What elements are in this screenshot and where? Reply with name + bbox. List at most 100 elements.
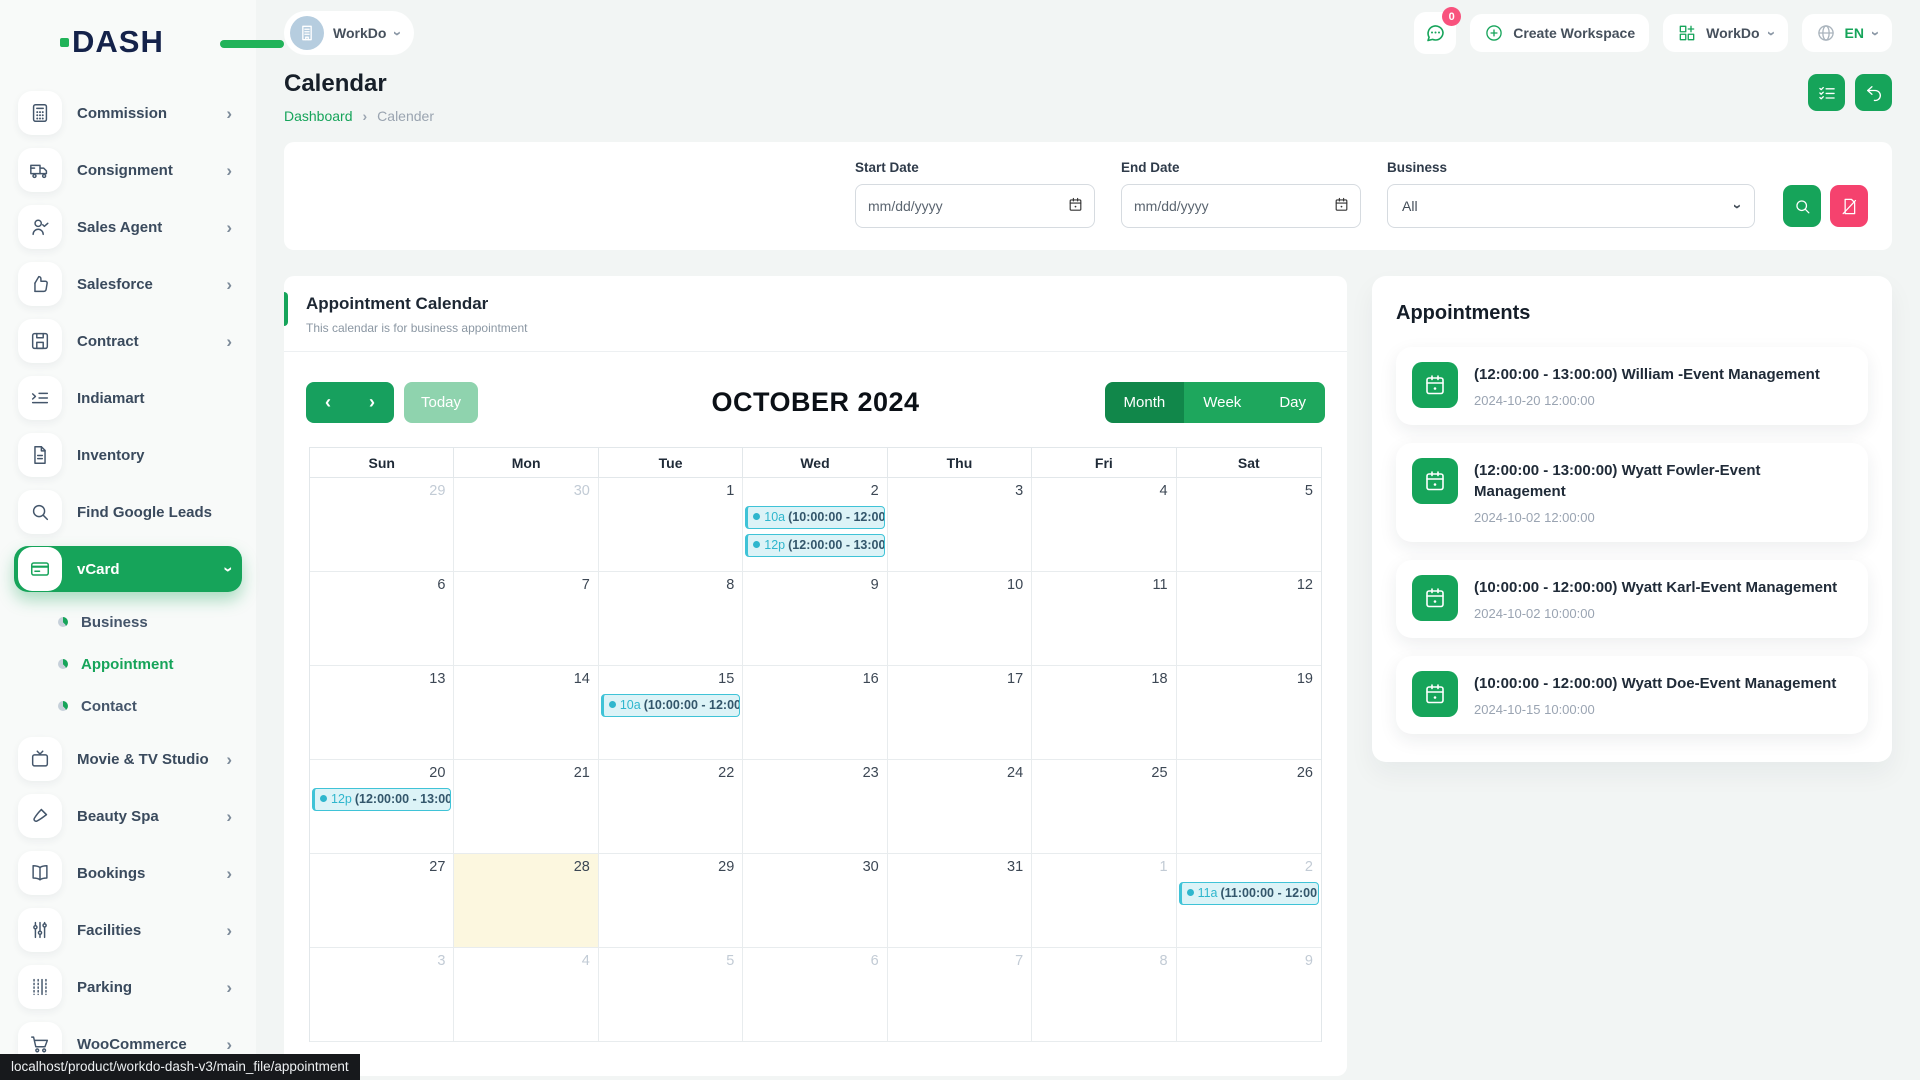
calendar-day-cell[interactable]: 3 xyxy=(888,478,1032,572)
breadcrumb-dashboard-link[interactable]: Dashboard xyxy=(284,108,353,124)
calendar-day-cell[interactable]: 1 xyxy=(599,478,743,572)
create-workspace-button[interactable]: Create Workspace xyxy=(1470,14,1649,52)
calendar-event[interactable]: 12p(12:00:00 - 13:00:00) xyxy=(312,788,451,811)
chevron-right-icon: › xyxy=(226,105,232,122)
calendar-day-cell[interactable]: 5 xyxy=(1177,478,1321,572)
calendar-day-cell[interactable]: 11 xyxy=(1032,572,1176,666)
workspace-switcher[interactable]: WorkDo › xyxy=(284,11,414,55)
calendar-day-cell[interactable]: 13 xyxy=(310,666,454,760)
calendar-day-cell[interactable]: 211a(11:00:00 - 12:00:00) xyxy=(1177,854,1321,948)
sidebar-item-commission[interactable]: Commission› xyxy=(14,90,242,136)
start-date-input[interactable] xyxy=(855,184,1095,228)
sidebar-item-parking[interactable]: Parking› xyxy=(14,964,242,1010)
calendar-day-cell[interactable]: 2012p(12:00:00 - 13:00:00) xyxy=(310,760,454,854)
calendar-week-row: 2012p(12:00:00 - 13:00:00)212223242526 xyxy=(310,760,1321,854)
calendar-day-cell[interactable]: 30 xyxy=(743,854,887,948)
sidebar-item-contract[interactable]: Contract› xyxy=(14,318,242,364)
end-date-input[interactable] xyxy=(1121,184,1361,228)
calendar-week-row: 678 9 101112 xyxy=(310,572,1321,666)
sidebar-item-salesforce[interactable]: Salesforce› xyxy=(14,261,242,307)
view-month-button[interactable]: Month xyxy=(1105,382,1185,423)
calendar-day-cell[interactable]: 10 xyxy=(888,572,1032,666)
sidebar-item-inventory[interactable]: Inventory xyxy=(14,432,242,478)
chat-button[interactable]: 0 xyxy=(1414,12,1456,54)
day-number: 3 xyxy=(437,953,445,969)
calendar-event[interactable]: 12p(12:00:00 - 13:00:00) xyxy=(745,534,884,557)
view-week-button[interactable]: Week xyxy=(1184,382,1260,423)
calendar-day-cell[interactable]: 29 xyxy=(310,478,454,572)
appointment-card[interactable]: (10:00:00 - 12:00:00) Wyatt Doe-Event Ma… xyxy=(1396,656,1868,734)
event-dot-icon xyxy=(320,795,327,802)
calendar-day-cell[interactable]: 26 xyxy=(1177,760,1321,854)
calendar-day-cell[interactable]: 210a(10:00:00 - 12:00:00)12p(12:00:00 - … xyxy=(743,478,887,572)
calendar-day-cell[interactable]: 30 xyxy=(454,478,598,572)
reset-filter-button[interactable] xyxy=(1830,185,1868,227)
calendar-day-cell[interactable]: 16 xyxy=(743,666,887,760)
calendar-day-cell[interactable]: 21 xyxy=(454,760,598,854)
calendar-day-cell[interactable]: 12 xyxy=(1177,572,1321,666)
calendar-day-cell[interactable]: 31 xyxy=(888,854,1032,948)
sidebar-item-movie-tv-studio[interactable]: Movie & TV Studio› xyxy=(14,736,242,782)
app-logo[interactable]: DASH xyxy=(60,20,256,64)
submenu-item-contact[interactable]: Contact xyxy=(58,689,242,723)
calendar-day-cell[interactable]: 9 xyxy=(743,572,887,666)
appointment-card[interactable]: (10:00:00 - 12:00:00) Wyatt Karl-Event M… xyxy=(1396,560,1868,638)
sidebar-item-vcard[interactable]: vCard› xyxy=(14,546,242,592)
calendar-day-cell[interactable]: 6 xyxy=(743,948,887,1042)
calendar-day-cell[interactable]: 7 xyxy=(888,948,1032,1042)
calendar-day-cell[interactable]: 14 xyxy=(454,666,598,760)
business-select[interactable]: All › xyxy=(1387,184,1755,228)
globe-icon xyxy=(1816,23,1836,43)
back-button[interactable] xyxy=(1855,74,1892,111)
appointment-list-button[interactable] xyxy=(1808,74,1845,111)
day-number: 27 xyxy=(429,859,445,875)
calendar-day-cell[interactable]: 27 xyxy=(310,854,454,948)
sidebar-item-consignment[interactable]: Consignment› xyxy=(14,147,242,193)
calendar-day-cell[interactable]: 8 xyxy=(1032,948,1176,1042)
search-button[interactable] xyxy=(1783,185,1821,227)
sidebar-item-facilities[interactable]: Facilities› xyxy=(14,907,242,953)
prev-month-button[interactable]: ‹ xyxy=(306,382,350,423)
sidebar-item-find-google-leads[interactable]: Find Google Leads xyxy=(14,489,242,535)
sidebar-item-bookings[interactable]: Bookings› xyxy=(14,850,242,896)
calendar-day-cell[interactable]: 4 xyxy=(1032,478,1176,572)
calendar-event[interactable]: 10a(10:00:00 - 12:00:00) xyxy=(601,694,740,717)
calendar-day-cell[interactable]: 9 xyxy=(1177,948,1321,1042)
calendar-day-cell[interactable]: 1510a(10:00:00 - 12:00:00) xyxy=(599,666,743,760)
today-button[interactable]: Today xyxy=(404,382,478,423)
day-number: 9 xyxy=(871,577,879,593)
sidebar-item-sales-agent[interactable]: Sales Agent› xyxy=(14,204,242,250)
calendar-day-cell[interactable]: 3 xyxy=(310,948,454,1042)
search-icon xyxy=(1793,197,1812,216)
calendar-day-cell[interactable]: 5 xyxy=(599,948,743,1042)
calendar-day-cell[interactable]: 24 xyxy=(888,760,1032,854)
calendar-day-cell[interactable]: 8 xyxy=(599,572,743,666)
next-month-button[interactable]: › xyxy=(350,382,394,423)
view-day-button[interactable]: Day xyxy=(1260,382,1325,423)
submenu-item-business[interactable]: Business xyxy=(58,605,242,639)
calendar-day-cell[interactable]: 19 xyxy=(1177,666,1321,760)
calendar-day-cell[interactable]: 22 xyxy=(599,760,743,854)
day-header-wed: Wed xyxy=(743,448,887,478)
calendar-day-cell[interactable]: 1 xyxy=(1032,854,1176,948)
language-selector[interactable]: EN › xyxy=(1802,14,1892,52)
sidebar-item-beauty-spa[interactable]: Beauty Spa› xyxy=(14,793,242,839)
calendar-day-cell[interactable]: 7 xyxy=(454,572,598,666)
appointment-card[interactable]: (12:00:00 - 13:00:00) Wyatt Fowler-Event… xyxy=(1396,443,1868,542)
calendar-day-cell[interactable]: 18 xyxy=(1032,666,1176,760)
calendar-day-cell[interactable]: 28 xyxy=(454,854,598,948)
calendar-day-cell[interactable]: 29 xyxy=(599,854,743,948)
bullet-icon xyxy=(58,617,68,627)
calendar-day-cell[interactable]: 17 xyxy=(888,666,1032,760)
sidebar-item-indiamart[interactable]: Indiamart xyxy=(14,375,242,421)
appointment-card[interactable]: (12:00:00 - 13:00:00) William -Event Man… xyxy=(1396,347,1868,425)
app-menu-button[interactable]: WorkDo › xyxy=(1663,14,1787,52)
calendar-event[interactable]: 11a(11:00:00 - 12:00:00) xyxy=(1179,882,1319,905)
calendar-day-cell[interactable]: 6 xyxy=(310,572,454,666)
page-title: Calendar xyxy=(284,70,434,98)
calendar-day-cell[interactable]: 25 xyxy=(1032,760,1176,854)
calendar-event[interactable]: 10a(10:00:00 - 12:00:00) xyxy=(745,506,884,529)
calendar-day-cell[interactable]: 4 xyxy=(454,948,598,1042)
calendar-day-cell[interactable]: 23 xyxy=(743,760,887,854)
submenu-item-appointment[interactable]: Appointment xyxy=(58,647,242,681)
